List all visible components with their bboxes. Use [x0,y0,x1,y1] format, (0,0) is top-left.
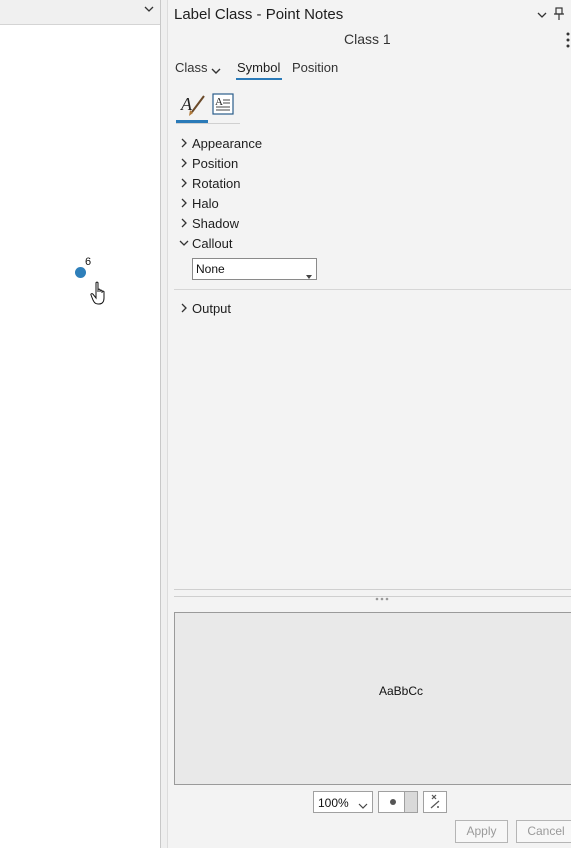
map-point-feature[interactable] [75,267,86,278]
dropdown-arrow-icon [306,267,312,279]
callout-dropdown[interactable]: None [192,258,317,280]
section-output[interactable]: Output [178,299,231,317]
section-halo[interactable]: Halo [178,194,219,212]
map-header-strip [0,0,160,25]
dot-icon [390,799,396,805]
section-divider [174,289,571,290]
more-options-icon[interactable] [564,31,571,49]
section-label: Rotation [192,175,241,191]
section-rotation[interactable]: Rotation [178,174,240,192]
svg-text:A: A [215,96,223,108]
section-callout[interactable]: Callout [178,234,232,252]
active-tab-indicator [236,78,282,80]
section-label: Output [192,300,232,316]
chevron-right-icon [178,302,190,314]
pane-title: Label Class - Point Notes [174,6,344,23]
background-swatch [404,792,417,812]
section-label: Appearance [192,135,263,151]
symbol-preview [174,612,571,785]
cancel-button[interactable]: Cancel [516,820,571,843]
map-view[interactable] [0,0,160,848]
pane-splitter[interactable] [160,0,168,848]
section-label: Halo [192,195,219,211]
chevron-down-icon[interactable] [536,9,548,21]
reset-icon [430,794,440,809]
pin-icon[interactable] [553,7,565,21]
formatting-icon[interactable]: A [211,92,235,116]
splitter-line [174,596,571,597]
chevron-right-icon [178,157,190,169]
reset-preview-button[interactable] [423,791,447,813]
tab-symbol[interactable]: Symbol [237,60,280,75]
hand-pointer-icon [90,281,110,307]
zoom-select[interactable]: 100% [313,791,373,813]
chevron-down-icon [358,798,368,809]
subtab-divider [176,123,240,124]
preview-sample-text: AaBbCc [379,684,424,698]
section-shadow[interactable]: Shadow [178,214,239,232]
section-label: Shadow [192,215,239,231]
chevron-right-icon [178,137,190,149]
chevron-right-icon [178,217,190,229]
section-label: Callout [192,235,233,251]
chevron-down-icon [178,237,190,249]
svg-text:A: A [180,94,193,114]
preview-background-toggle[interactable] [378,791,418,813]
chevron-right-icon [178,197,190,209]
callout-value: None [196,262,225,276]
chevron-down-icon[interactable] [210,64,222,74]
tab-class[interactable]: Class [175,60,208,75]
section-appearance[interactable]: Appearance [178,134,262,152]
class-name: Class 1 [344,31,391,47]
section-label: Position [192,155,239,171]
chevron-down-icon[interactable] [142,3,156,17]
section-position[interactable]: Position [178,154,238,172]
map-point-label: 6 [85,256,92,268]
text-symbol-icon[interactable]: A [176,90,208,118]
apply-button[interactable]: Apply [455,820,508,843]
zoom-value: 100% [318,796,349,810]
chevron-right-icon [178,177,190,189]
tab-position[interactable]: Position [292,60,338,75]
